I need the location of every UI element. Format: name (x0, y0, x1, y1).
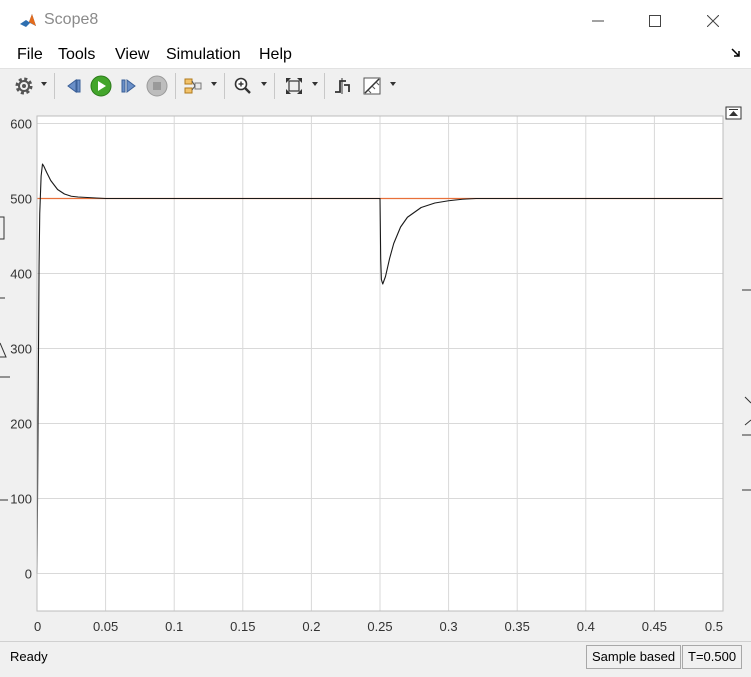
menu-help[interactable]: Help (259, 46, 292, 64)
run-button[interactable] (89, 74, 113, 98)
signal-selector-icon (184, 78, 202, 94)
gear-icon (15, 77, 33, 95)
y-tick-label: 400 (10, 267, 32, 282)
zoom-in-icon (234, 77, 251, 94)
y-tick-label: 0 (25, 567, 32, 582)
simulation-time-indicator: T=0.500 (682, 645, 743, 669)
x-tick-label: 0.05 (93, 619, 118, 634)
x-tick-label: 0.5 (705, 619, 723, 634)
title-bar[interactable]: Scope8 (0, 0, 751, 42)
toolbar-separator (224, 73, 225, 99)
maximize-button[interactable] (632, 6, 678, 36)
configuration-button[interactable] (12, 74, 36, 98)
zoom-button[interactable] (231, 74, 255, 98)
matlab-logo-icon (18, 11, 38, 31)
scope-window: Scope8 File Tools View Simulation Help 0… (0, 0, 751, 677)
signal-selector-dropdown-arrow[interactable] (211, 82, 217, 86)
step-back-button[interactable] (62, 74, 86, 98)
toolbar-separator (324, 73, 325, 99)
toolbar-separator (175, 73, 176, 99)
zoom-dropdown-arrow[interactable] (261, 82, 267, 86)
y-tick-label: 300 (10, 342, 32, 357)
scope-chart[interactable]: 0 0.05 0.1 0.15 0.2 0.25 0.3 0.35 0.4 0.45 0.5 0 10… (0, 105, 751, 641)
close-icon (707, 15, 719, 27)
stop-icon (146, 75, 168, 97)
step-forward-icon (121, 79, 136, 93)
step-back-icon (67, 79, 81, 93)
stop-button[interactable] (145, 74, 169, 98)
cursor-measurements-button[interactable] (360, 74, 384, 98)
y-tick-label: 200 (10, 417, 32, 432)
close-button[interactable] (690, 6, 736, 36)
status-bar: Ready Sample based T=0.500 (0, 641, 751, 677)
maximize-icon (649, 15, 661, 27)
right-edge-fragments (742, 289, 751, 491)
dock-arrow-icon[interactable] (731, 48, 741, 58)
left-edge-fragments (0, 216, 10, 501)
x-tick-label: 0.2 (302, 619, 320, 634)
fit-to-view-button[interactable] (282, 74, 306, 98)
menu-bar: File Tools View Simulation Help (0, 42, 751, 68)
toolbar-separator (274, 73, 275, 99)
sample-mode-indicator: Sample based (586, 645, 682, 669)
x-tick-label: 0.4 (577, 619, 595, 634)
toolbar-separator (54, 73, 55, 99)
fit-to-view-dropdown-arrow[interactable] (312, 82, 318, 86)
y-tick-label: 500 (10, 192, 32, 207)
cursor-measurements-icon (363, 77, 381, 95)
menu-tools[interactable]: Tools (58, 46, 95, 64)
x-tick-label: 0.3 (440, 619, 458, 634)
scope-plot-area: 0 0.05 0.1 0.15 0.2 0.25 0.3 0.35 0.4 0.45 0.5 0 10… (0, 105, 751, 641)
minimize-icon (592, 20, 604, 22)
menu-simulation[interactable]: Simulation (166, 46, 241, 64)
configuration-dropdown-arrow[interactable] (41, 82, 47, 86)
triggers-button[interactable] (330, 74, 354, 98)
y-tick-labels: 0 100 200 300 400 500 600 (10, 117, 32, 582)
y-tick-label: 100 (10, 492, 32, 507)
status-text: Ready (10, 649, 48, 664)
y-tick-label: 600 (10, 117, 32, 132)
step-forward-button[interactable] (117, 74, 141, 98)
undock-plot-button[interactable] (725, 106, 742, 120)
x-tick-label: 0.15 (230, 619, 255, 634)
triggers-icon (335, 78, 350, 94)
menu-view[interactable]: View (115, 46, 149, 64)
toolbar (0, 68, 751, 106)
x-tick-labels: 0 0.05 0.1 0.15 0.2 0.25 0.3 0.35 0.4 0.45 0.5 (34, 619, 723, 634)
window-title: Scope8 (44, 11, 99, 28)
fit-to-view-icon (286, 78, 302, 94)
x-tick-label: 0.25 (367, 619, 392, 634)
run-icon (90, 75, 112, 97)
x-tick-label: 0.35 (505, 619, 530, 634)
menu-file[interactable]: File (17, 46, 43, 64)
signal-selector-button[interactable] (181, 74, 205, 98)
x-tick-label: 0 (34, 619, 41, 634)
cursor-measurements-dropdown-arrow[interactable] (390, 82, 396, 86)
x-tick-label: 0.45 (642, 619, 667, 634)
x-tick-label: 0.1 (165, 619, 183, 634)
minimize-button[interactable] (575, 6, 621, 36)
